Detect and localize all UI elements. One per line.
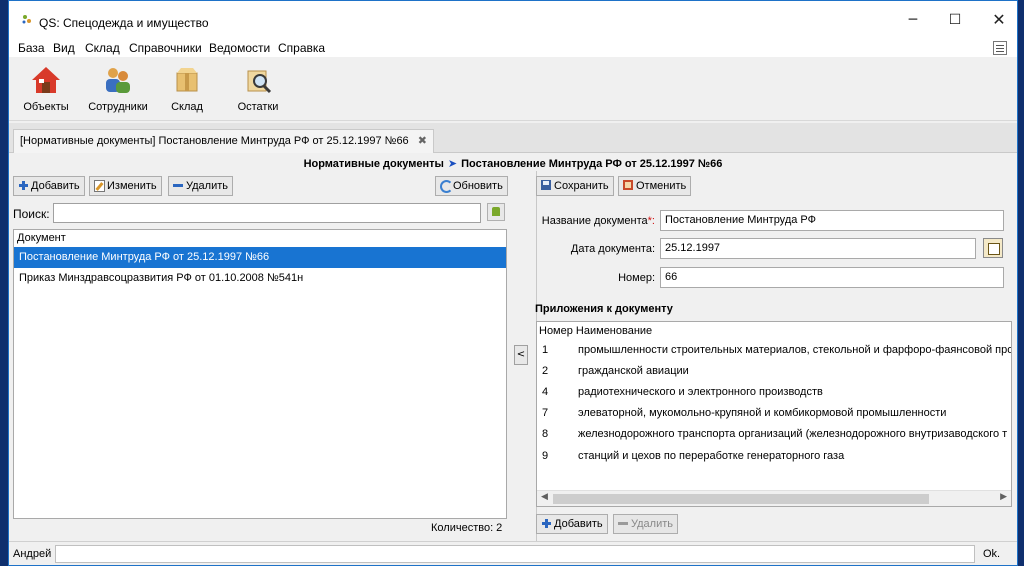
breadcrumb-section: Нормативные документы: [303, 158, 444, 170]
attachments-header: Номер Наименование: [539, 325, 652, 337]
tab-label: [Нормативные документы] Постановление Ми…: [20, 135, 409, 147]
main-toolbar: Объекты Сотрудники Склад Остатки: [9, 59, 1017, 121]
maximize-icon[interactable]: ☐: [941, 9, 969, 31]
add-document-button[interactable]: Добавить: [13, 176, 85, 196]
tab-close-icon[interactable]: ✖: [418, 130, 427, 152]
refresh-icon: [439, 179, 453, 193]
status-user: Андрей: [13, 548, 52, 560]
document-count: Количество: 2: [431, 522, 503, 534]
cancel-button[interactable]: Отменить: [618, 176, 692, 196]
attachments-table: Номер Наименование 1 промышленности строи…: [536, 321, 1012, 507]
house-icon: [32, 67, 60, 93]
menu-bar: База Вид Склад Справочники Ведомости Спр…: [9, 37, 1017, 57]
menu-item-help[interactable]: Справка: [278, 41, 325, 55]
delete-attachment-button[interactable]: Удалить: [613, 514, 678, 534]
document-name-field[interactable]: Постановление Минтруда РФ: [660, 210, 1004, 231]
tab-normative-document[interactable]: [Нормативные документы] Постановление Ми…: [13, 129, 434, 153]
title-bar: QS: Спецодежда и имущество ─ ☐ ✕: [9, 1, 1017, 37]
list-item[interactable]: Постановление Минтруда РФ от 25.12.1997 …: [14, 247, 506, 268]
status-bar: Андрей Ok.: [9, 541, 1017, 565]
required-mark: *:: [647, 215, 655, 227]
edit-icon: [93, 179, 105, 192]
delete-document-button[interactable]: Удалить: [168, 176, 233, 196]
refresh-button[interactable]: Обновить: [435, 176, 508, 196]
add-attachment-button[interactable]: Добавить: [536, 514, 608, 534]
warehouse-button[interactable]: Склад: [167, 65, 207, 113]
app-window: QS: Спецодежда и имущество ─ ☐ ✕ База Ви…: [8, 0, 1018, 566]
menu-item-base[interactable]: База: [18, 41, 45, 55]
calendar-icon[interactable]: [983, 238, 1003, 258]
stock-button[interactable]: Остатки: [235, 65, 281, 113]
scroll-left-icon[interactable]: ◀: [541, 492, 548, 502]
people-icon: [106, 68, 130, 93]
minus-icon: [172, 179, 184, 191]
document-list: Документ Постановление Минтруда РФ от 25…: [13, 229, 507, 519]
table-row[interactable]: 1 промышленности строительных материалов,…: [537, 340, 1011, 361]
notes-icon[interactable]: [993, 41, 1007, 55]
tab-bar: [Нормативные документы] Постановление Ми…: [9, 123, 1017, 153]
edit-document-button[interactable]: Изменить: [89, 176, 162, 196]
minus-icon: [617, 517, 629, 529]
table-row[interactable]: 9 станций и цехов по переработке генерато…: [537, 446, 1011, 467]
scroll-right-icon[interactable]: ▶: [1000, 492, 1007, 502]
document-name-label: Название документа*:: [541, 215, 655, 227]
document-date-label: Дата документа:: [570, 243, 655, 255]
collapse-panel-button[interactable]: <: [514, 345, 528, 365]
attachments-title: Приложения к документу: [535, 303, 673, 315]
menu-item-warehouse[interactable]: Склад: [85, 41, 120, 55]
app-icon: [22, 15, 31, 24]
scrollbar-thumb[interactable]: [553, 494, 929, 504]
plus-icon: [17, 179, 29, 191]
list-item[interactable]: Приказ Минздравсоцразвития РФ от 01.10.2…: [14, 268, 506, 289]
minimize-icon[interactable]: ─: [899, 9, 927, 31]
employees-button[interactable]: Сотрудники: [85, 65, 151, 113]
cancel-icon: [622, 179, 634, 191]
table-row[interactable]: 2 гражданской авиации: [537, 361, 1011, 382]
document-date-field[interactable]: 25.12.1997: [660, 238, 976, 259]
breadcrumb-current: Постановление Минтруда РФ от 25.12.1997 …: [461, 158, 723, 170]
search-label: Поиск:: [13, 207, 50, 221]
objects-button[interactable]: Объекты: [21, 65, 71, 113]
table-row[interactable]: 8 железнодорожного транспорта организаций…: [537, 424, 1011, 445]
table-row[interactable]: 4 радиотехнического и электронного произв…: [537, 382, 1011, 403]
arrow-right-icon: ➤: [447, 157, 458, 170]
plus-icon: [540, 517, 552, 529]
horizontal-scrollbar[interactable]: ◀ ▶: [537, 490, 1011, 506]
save-button[interactable]: Сохранить: [536, 176, 614, 196]
box-icon: [176, 68, 198, 92]
close-icon[interactable]: ✕: [985, 9, 1013, 31]
column-header-number[interactable]: Номер: [539, 325, 573, 337]
window-title: QS: Спецодежда и имущество: [39, 16, 209, 30]
magnifier-icon: [247, 70, 272, 94]
table-row[interactable]: 7 элеваторной, мукомольно-крупяной и комб…: [537, 403, 1011, 424]
column-header-document[interactable]: Документ: [14, 230, 506, 247]
status-state: Ok.: [983, 548, 1001, 560]
document-number-field[interactable]: 66: [660, 267, 1004, 288]
document-number-label: Номер:: [618, 272, 655, 284]
menu-item-view[interactable]: Вид: [53, 41, 75, 55]
search-input[interactable]: [53, 203, 481, 223]
clear-search-icon[interactable]: [487, 203, 505, 221]
column-header-name[interactable]: Наименование: [576, 325, 652, 337]
menu-item-references[interactable]: Справочники: [129, 41, 202, 55]
save-icon: [540, 179, 552, 191]
status-message-field: [55, 545, 975, 563]
menu-item-reports[interactable]: Ведомости: [209, 41, 270, 55]
